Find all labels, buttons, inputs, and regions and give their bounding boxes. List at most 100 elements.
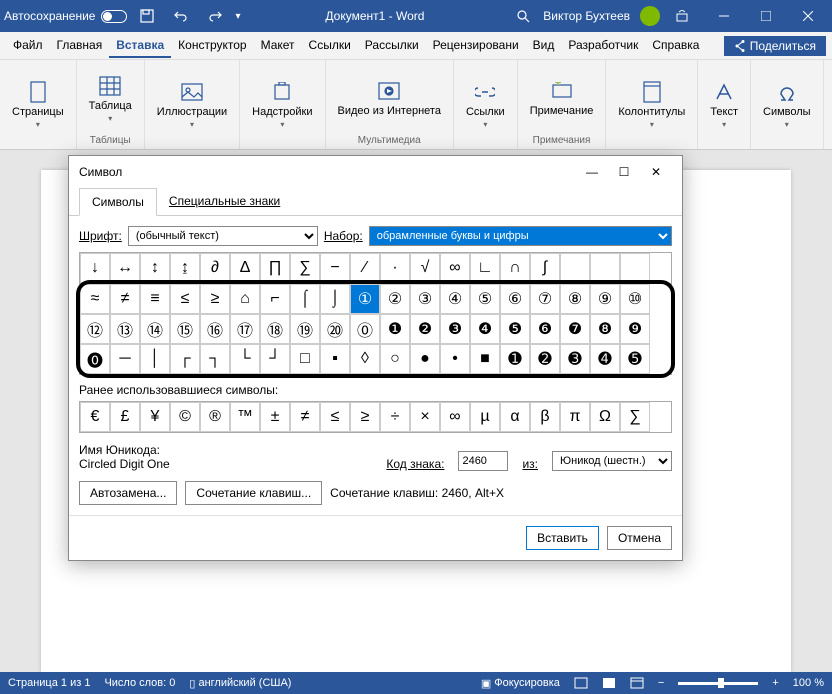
- dialog-minimize-icon[interactable]: —: [576, 160, 608, 184]
- symbol-cell[interactable]: ▪: [320, 344, 350, 374]
- code-input[interactable]: [458, 451, 508, 471]
- symbol-cell[interactable]: [560, 253, 590, 283]
- recent-symbol-cell[interactable]: α: [500, 402, 530, 432]
- from-select[interactable]: Юникод (шестн.): [552, 451, 672, 471]
- menu-item[interactable]: Главная: [50, 34, 110, 58]
- font-select[interactable]: (обычный текст): [128, 226, 318, 246]
- illustrations-button[interactable]: Иллюстрации▾: [149, 62, 235, 147]
- symbol-cell[interactable]: ⑲: [290, 314, 320, 344]
- symbol-cell[interactable]: ∟: [470, 253, 500, 283]
- symbol-cell[interactable]: ❻: [530, 314, 560, 344]
- symbol-cell[interactable]: ∙: [380, 253, 410, 283]
- recent-symbol-cell[interactable]: €: [80, 402, 110, 432]
- symbol-cell[interactable]: ❽: [590, 314, 620, 344]
- symbol-cell[interactable]: •: [440, 344, 470, 374]
- minimize-icon[interactable]: [704, 2, 744, 30]
- menu-item[interactable]: Рассылки: [358, 34, 426, 58]
- text-button[interactable]: Текст▾: [702, 62, 746, 147]
- menu-item[interactable]: Разработчик: [561, 34, 645, 58]
- symbol-cell[interactable]: ③: [410, 284, 440, 314]
- symbol-cell[interactable]: ❾: [620, 314, 650, 344]
- symbol-cell[interactable]: ⌂: [230, 284, 260, 314]
- symbol-cell[interactable]: ┌: [170, 344, 200, 374]
- symbol-cell[interactable]: ↔: [110, 253, 140, 283]
- menu-item[interactable]: Рецензировани: [426, 34, 526, 58]
- symbol-cell[interactable]: ➌: [560, 344, 590, 374]
- symbol-cell[interactable]: ⑩: [620, 284, 650, 314]
- symbol-cell[interactable]: ⌠: [290, 284, 320, 314]
- recent-symbol-cell[interactable]: ™: [230, 402, 260, 432]
- symbol-cell[interactable]: ↨: [170, 253, 200, 283]
- video-button[interactable]: Видео из Интернета: [330, 62, 449, 134]
- recent-symbol-cell[interactable]: ×: [410, 402, 440, 432]
- symbol-cell[interactable]: ❷: [410, 314, 440, 344]
- symbol-cell[interactable]: ∆: [230, 253, 260, 283]
- cancel-button[interactable]: Отмена: [607, 526, 672, 550]
- symbol-cell[interactable]: ⑮: [170, 314, 200, 344]
- symbol-cell[interactable]: ∏: [260, 253, 290, 283]
- dialog-maximize-icon[interactable]: ☐: [608, 160, 640, 184]
- symbol-cell[interactable]: ≡: [140, 284, 170, 314]
- symbol-cell[interactable]: ⌐: [260, 284, 290, 314]
- recent-symbol-cell[interactable]: Ω: [590, 402, 620, 432]
- view-web-icon[interactable]: [630, 677, 644, 689]
- menu-item[interactable]: Вставка: [109, 34, 171, 58]
- symbol-cell[interactable]: ⑧: [560, 284, 590, 314]
- recent-symbol-cell[interactable]: £: [110, 402, 140, 432]
- symbol-cell[interactable]: ≈: [80, 284, 110, 314]
- save-icon[interactable]: [133, 2, 161, 30]
- symbol-cell[interactable]: [620, 253, 650, 283]
- symbol-cell[interactable]: └: [230, 344, 260, 374]
- pages-button[interactable]: Страницы▾: [4, 62, 72, 147]
- symbol-cell[interactable]: ⑳: [320, 314, 350, 344]
- symbol-cell[interactable]: √: [410, 253, 440, 283]
- search-icon[interactable]: [509, 2, 537, 30]
- zoom-in[interactable]: +: [772, 677, 778, 689]
- symbol-cell[interactable]: ∕: [350, 253, 380, 283]
- symbol-cell[interactable]: ∂: [200, 253, 230, 283]
- symbol-cell[interactable]: ②: [380, 284, 410, 314]
- symbol-cell[interactable]: ↓: [80, 253, 110, 283]
- symbol-cell[interactable]: ─: [110, 344, 140, 374]
- menu-item[interactable]: Ссылки: [302, 34, 358, 58]
- symbol-cell[interactable]: ⓿: [80, 344, 110, 374]
- status-zoom[interactable]: 100 %: [793, 677, 824, 689]
- symbol-cell[interactable]: ≠: [110, 284, 140, 314]
- share-button[interactable]: Поделиться: [724, 36, 826, 56]
- symbol-cell[interactable]: ⑬: [110, 314, 140, 344]
- menu-item[interactable]: Макет: [254, 34, 302, 58]
- symbol-cell[interactable]: ◊: [350, 344, 380, 374]
- links-button[interactable]: Ссылки▾: [458, 62, 513, 147]
- recent-symbol-cell[interactable]: ≠: [290, 402, 320, 432]
- menu-item[interactable]: Конструктор: [171, 34, 253, 58]
- symbol-cell[interactable]: ⑫: [80, 314, 110, 344]
- symbol-cell[interactable]: ⑦: [530, 284, 560, 314]
- symbol-cell[interactable]: □: [290, 344, 320, 374]
- symbol-cell[interactable]: ∩: [500, 253, 530, 283]
- recent-symbol-cell[interactable]: ∞: [440, 402, 470, 432]
- symbol-cell[interactable]: ■: [470, 344, 500, 374]
- menu-item[interactable]: Вид: [526, 34, 562, 58]
- menu-item[interactable]: Справка: [645, 34, 706, 58]
- menu-item[interactable]: Файл: [6, 34, 50, 58]
- autocorrect-button[interactable]: Автозамена...: [79, 481, 177, 505]
- symbol-cell[interactable]: ➊: [500, 344, 530, 374]
- recent-symbol-cell[interactable]: ±: [260, 402, 290, 432]
- zoom-out[interactable]: −: [658, 677, 664, 689]
- symbols-button[interactable]: Символы▾: [755, 62, 819, 147]
- symbol-cell[interactable]: ①: [350, 284, 380, 314]
- addins-button[interactable]: Надстройки▾: [244, 62, 320, 147]
- symbol-cell[interactable]: ⑭: [140, 314, 170, 344]
- tab-special[interactable]: Специальные знаки: [157, 188, 292, 215]
- symbol-cell[interactable]: ○: [380, 344, 410, 374]
- symbol-cell[interactable]: ➋: [530, 344, 560, 374]
- symbol-cell[interactable]: −: [320, 253, 350, 283]
- symbol-cell[interactable]: ➍: [590, 344, 620, 374]
- symbol-cell[interactable]: ❺: [500, 314, 530, 344]
- recent-symbol-cell[interactable]: ÷: [380, 402, 410, 432]
- view-print-icon[interactable]: [602, 677, 616, 689]
- recent-symbol-cell[interactable]: β: [530, 402, 560, 432]
- symbol-cell[interactable]: ⓪: [350, 314, 380, 344]
- symbol-cell[interactable]: ➎: [620, 344, 650, 374]
- close-icon[interactable]: [788, 2, 828, 30]
